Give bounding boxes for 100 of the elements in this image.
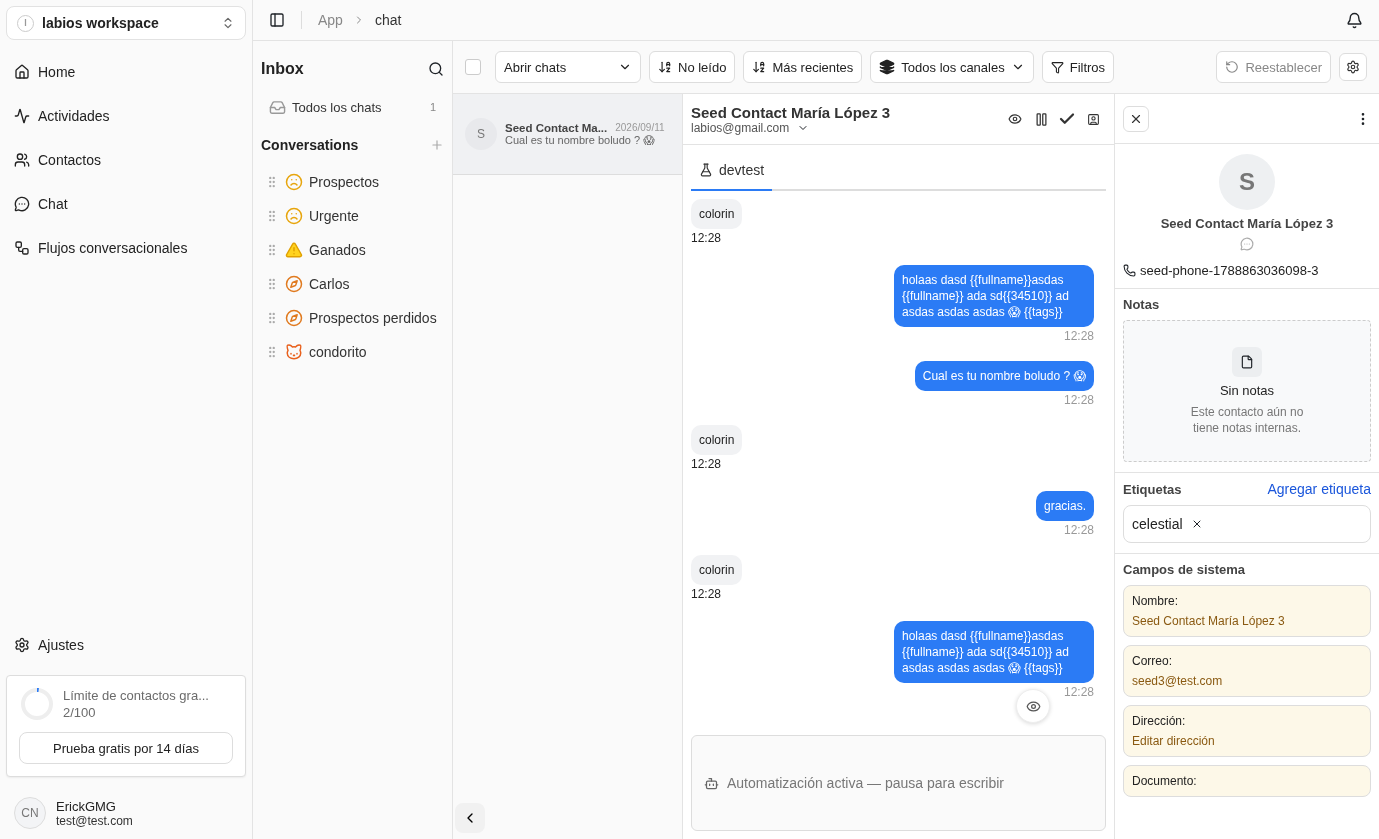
nav-item[interactable]: Chat — [6, 182, 246, 226]
select-all-checkbox[interactable] — [465, 59, 481, 75]
flask-icon — [699, 163, 713, 177]
nav-item[interactable]: Flujos conversacionales — [6, 226, 246, 270]
field-card[interactable]: Correo: seed3@test.com — [1123, 645, 1371, 697]
collapse-button[interactable] — [455, 803, 485, 833]
chat-title: Seed Contact María López 3 — [691, 103, 891, 121]
user-email: test@test.com — [56, 813, 133, 828]
warning-icon — [285, 241, 303, 259]
pause-icon — [1033, 111, 1049, 127]
settings-link[interactable]: Ajustes — [6, 623, 246, 667]
sort-icon — [752, 60, 767, 74]
folder-item[interactable]: Urgente — [261, 199, 444, 233]
chat-bubble-icon — [1240, 237, 1254, 251]
trial-button[interactable]: Prueba gratis por 14 días — [19, 732, 233, 764]
layers-icon — [879, 59, 896, 75]
notes-title: Notas — [1123, 297, 1161, 312]
field-value: seed3@test.com — [1132, 674, 1224, 688]
tags-field[interactable]: celestial — [1123, 505, 1371, 543]
field-card[interactable]: Documento: — [1123, 765, 1371, 797]
filters-button[interactable]: Filtros — [1041, 51, 1115, 83]
contact-name: Seed Contact María López 3 — [1160, 216, 1334, 231]
nav-item[interactable]: Actividades — [6, 94, 246, 138]
message-bubble: gracias. — [1035, 491, 1094, 521]
field-label: Nombre: — [1132, 594, 1179, 608]
phone-icon — [1123, 264, 1136, 277]
user-avatar: CN — [14, 797, 46, 829]
reset-button[interactable]: Reestablecer — [1216, 51, 1331, 83]
message-time: 12:28 — [691, 587, 722, 601]
field-label: Dirección: — [1132, 714, 1187, 728]
compass-icon — [285, 275, 303, 293]
field-value: Seed Contact María López 3 — [1132, 614, 1286, 628]
contact-avatar: S — [465, 118, 497, 150]
message-time: 12:28 — [1063, 523, 1094, 537]
message-time: 12:28 — [691, 231, 722, 245]
workspace-switcher[interactable]: l labios workspace — [6, 6, 246, 40]
sidebar-toggle-icon[interactable] — [269, 12, 285, 28]
status-dropdown[interactable]: Abrir chats — [495, 51, 641, 83]
field-card[interactable]: Nombre: Seed Contact María López 3 — [1123, 585, 1371, 637]
empty-text: Este contacto aún no tiene notas internas. — [1189, 403, 1305, 436]
message-bubble: holaas dasd {{fullname}}asdas {{fullname}} ada sd{{34510}} ad asdas asdas asdas 😱 {{tags}} — [894, 265, 1094, 327]
filter-icon — [1050, 60, 1064, 74]
breadcrumb-link[interactable]: chat — [374, 12, 402, 28]
compass-icon — [285, 309, 303, 327]
reset-icon — [1225, 60, 1240, 74]
view-button[interactable] — [1016, 689, 1050, 723]
field-card[interactable]: Dirección: Editar dirección — [1123, 705, 1371, 757]
field-value: Editar dirección — [1132, 734, 1216, 748]
chat-date: 2026/09/11 — [615, 122, 665, 133]
settings-icon — [1346, 60, 1360, 74]
eye-icon — [1008, 112, 1022, 126]
message-time: 12:28 — [1063, 685, 1094, 699]
plan-count: 2/100 — [63, 705, 97, 720]
phone-number: seed-phone-1788863036098-3 — [1140, 263, 1319, 278]
message-bubble: colorin — [691, 555, 743, 585]
field-label: Documento: — [1132, 774, 1198, 788]
face-icon — [285, 173, 303, 191]
message-time: 12:28 — [1063, 393, 1094, 407]
inbox-title: Inbox — [261, 60, 304, 78]
activity-icon — [14, 108, 30, 124]
face-icon — [285, 207, 303, 225]
sort-icon — [658, 60, 672, 74]
nav-item[interactable]: Contactos — [6, 138, 246, 182]
message-bubble: colorin — [691, 425, 743, 455]
unread-sort-button[interactable]: No leído — [649, 51, 736, 83]
contact-avatar: S — [1219, 154, 1275, 210]
folder-item[interactable]: Prospectos perdidos — [261, 301, 444, 335]
chat-bubble-icon — [14, 196, 30, 212]
field-label: Correo: — [1132, 654, 1173, 668]
recent-sort-button[interactable]: Más recientes — [743, 51, 863, 83]
message-time: 12:28 — [1063, 329, 1094, 343]
message-bubble: holaas dasd {{fullname}}asdas {{fullname}} ada sd{{34510}} ad asdas asdas asdas 😱 {{tags}} — [894, 621, 1094, 683]
search-icon[interactable] — [428, 61, 444, 77]
users-icon — [14, 152, 30, 168]
channels-dropdown[interactable]: Todos los canales — [870, 51, 1034, 83]
message-bubble: Cual es tu nombre boludo ? 😱 — [914, 361, 1094, 391]
tags-title: Etiquetas — [1123, 481, 1182, 497]
folder-item[interactable]: Carlos — [261, 267, 444, 301]
message-composer[interactable]: Automatización activa — pausa para escribir — [691, 735, 1106, 831]
folder-item[interactable]: Prospectos — [261, 165, 444, 199]
message-bubble: colorin — [691, 199, 743, 229]
add-tag-link[interactable]: Agregar etiqueta — [1267, 481, 1371, 497]
account-email[interactable]: labios@gmail.com — [691, 120, 790, 135]
nav-item[interactable]: Home — [6, 50, 246, 94]
bot-icon — [704, 775, 719, 791]
fields-title: Campos de sistema — [1123, 562, 1247, 577]
settings-icon — [14, 637, 30, 653]
chat-preview: Cual es tu nombre boludo ? 😱 — [505, 133, 656, 147]
folder-item[interactable]: Ganados — [261, 233, 444, 267]
settings-button[interactable] — [1339, 53, 1367, 81]
user-name: ErickGMG — [56, 798, 117, 814]
chat-list-item[interactable]: S Seed Contact Ma... 2026/09/11 Cual es tu nombre boludo ? 😱 — [453, 94, 682, 175]
tag-label: celestial — [1132, 516, 1183, 532]
folder-item[interactable]: condorito — [261, 335, 444, 369]
close-button[interactable] — [1123, 105, 1149, 132]
channel-tab[interactable]: devtest — [691, 151, 773, 191]
notification-icon[interactable] — [1346, 11, 1363, 29]
all-chats-item[interactable]: Todos los chats 1 — [261, 89, 444, 125]
flow-icon — [14, 240, 30, 256]
contact-card-icon — [1086, 112, 1100, 126]
